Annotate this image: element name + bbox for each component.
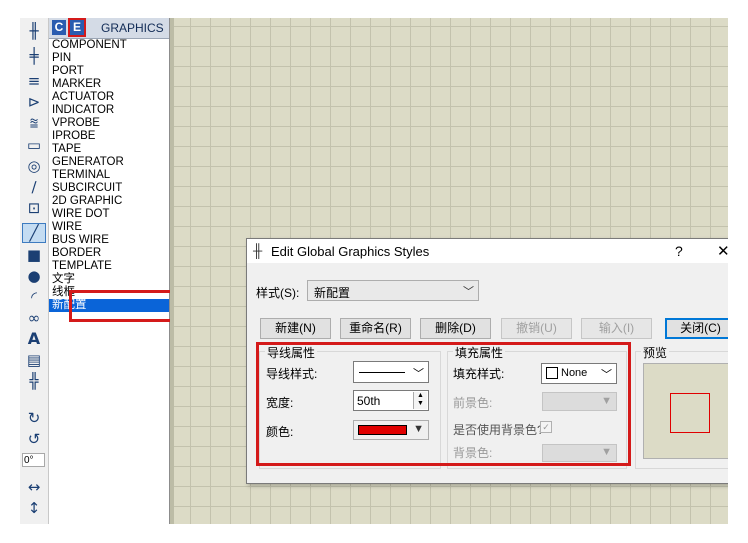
e-button[interactable]: E <box>70 20 84 35</box>
box-tool-icon[interactable]: ■ <box>23 246 45 264</box>
close-icon[interactable]: ✕ <box>717 242 728 260</box>
canvas-border <box>170 18 174 524</box>
list-item[interactable]: PORT <box>49 65 169 78</box>
list-item[interactable]: WIRE <box>49 221 169 234</box>
graphics-style-list: COMPONENT PIN PORT MARKER ACTUATOR INDICATOR V… <box>49 39 169 312</box>
rename-button[interactable]: 重命名(R) <box>340 318 411 339</box>
path-tool-icon[interactable]: ∞ <box>23 309 45 327</box>
dialog-title: Edit Global Graphics Styles <box>271 244 430 259</box>
list-item[interactable]: PIN <box>49 52 169 65</box>
list-item[interactable]: 2D GRAPHIC <box>49 195 169 208</box>
c-button[interactable]: C <box>52 20 66 35</box>
style-select[interactable]: 新配置 ﹀ <box>307 280 479 301</box>
wire-tool-icon[interactable]: ╫ <box>23 22 45 40</box>
close-button[interactable]: 关闭(C) <box>665 318 728 339</box>
highlight-box-selection <box>69 290 180 322</box>
list-item[interactable]: MARKER <box>49 78 169 91</box>
flip-horizontal-icon[interactable]: ↔ <box>23 478 45 496</box>
import-button[interactable]: 输入(I) <box>581 318 652 339</box>
list-item[interactable]: GENERATOR <box>49 156 169 169</box>
chevron-down-icon: ﹀ <box>463 286 474 298</box>
instrument-tool-icon[interactable]: ⊡ <box>23 199 45 217</box>
new-button[interactable]: 新建(N) <box>260 318 331 339</box>
panel-header: C E GRAPHICS <box>49 18 169 39</box>
text-tool-icon[interactable]: A <box>23 330 45 348</box>
delete-button[interactable]: 删除(D) <box>420 318 491 339</box>
dialog-titlebar: ╫ Edit Global Graphics Styles ? ✕ <box>247 239 728 263</box>
list-item[interactable]: WIRE DOT <box>49 208 169 221</box>
rotation-angle-field[interactable]: 0° <box>22 453 45 467</box>
style-label: 样式(S): <box>256 286 300 300</box>
graph-tool-icon[interactable]: ⩰ <box>23 114 45 132</box>
bus-tool-icon[interactable]: ≡ <box>23 72 45 90</box>
list-item[interactable]: VPROBE <box>49 117 169 130</box>
component-tool-icon[interactable]: ╪ <box>23 47 45 65</box>
app-window: ╫ ╪ ≡ ⊳ ⩰ ▭ ◎ ∕ ⊡ ╱ ■ ● ◜ ∞ A ▤ ╬ ↻ ↺ 0°… <box>20 18 728 524</box>
arc-tool-icon[interactable]: ◜ <box>23 288 45 306</box>
circle-tool-icon[interactable]: ● <box>23 267 45 285</box>
preview-rectangle <box>670 393 710 433</box>
mode-toolbar: ╫ ╪ ≡ ⊳ ⩰ ▭ ◎ ∕ ⊡ ╱ ■ ● ◜ ∞ A ▤ ╬ ↻ ↺ 0°… <box>20 18 49 524</box>
undo-button[interactable]: 撤销(U) <box>501 318 572 339</box>
list-item[interactable]: ACTUATOR <box>49 91 169 104</box>
object-selector-panel: C E GRAPHICS COMPONENT PIN PORT MARKER ACTUA… <box>49 18 180 524</box>
panel-title: GRAPHICS <box>101 21 164 35</box>
probe-tool-icon[interactable]: ∕ <box>23 178 45 196</box>
preview-area <box>643 363 728 459</box>
list-item[interactable]: INDICATOR <box>49 104 169 117</box>
pin-tool-icon[interactable]: ⊳ <box>23 93 45 111</box>
list-item[interactable]: TAPE <box>49 143 169 156</box>
tape-tool-icon[interactable]: ▭ <box>23 136 45 154</box>
list-item[interactable]: COMPONENT <box>49 39 169 52</box>
app-icon: ╫ <box>253 243 263 258</box>
marker-tool-icon[interactable]: ╬ <box>23 372 45 390</box>
preview-title: 预览 <box>641 344 670 361</box>
list-item[interactable]: 文字 <box>49 273 169 286</box>
global-graphics-styles-dialog: ╫ Edit Global Graphics Styles ? ✕ 样式(S):… <box>246 238 728 484</box>
highlight-box-properties <box>256 342 631 466</box>
list-item[interactable]: BUS WIRE <box>49 234 169 247</box>
list-item[interactable]: IPROBE <box>49 130 169 143</box>
rotate-cw-icon[interactable]: ↻ <box>23 409 45 427</box>
symbol-tool-icon[interactable]: ▤ <box>23 351 45 369</box>
flip-vertical-icon[interactable]: ↕ <box>23 499 45 517</box>
help-button[interactable]: ? <box>675 243 683 259</box>
line-tool-icon[interactable]: ╱ <box>22 223 46 243</box>
style-select-value: 新配置 <box>314 286 351 300</box>
list-item[interactable]: SUBCIRCUIT <box>49 182 169 195</box>
generator-tool-icon[interactable]: ◎ <box>23 157 45 175</box>
list-item[interactable]: TEMPLATE <box>49 260 169 273</box>
list-item[interactable]: BORDER <box>49 247 169 260</box>
rotate-ccw-icon[interactable]: ↺ <box>23 430 45 448</box>
list-item[interactable]: TERMINAL <box>49 169 169 182</box>
